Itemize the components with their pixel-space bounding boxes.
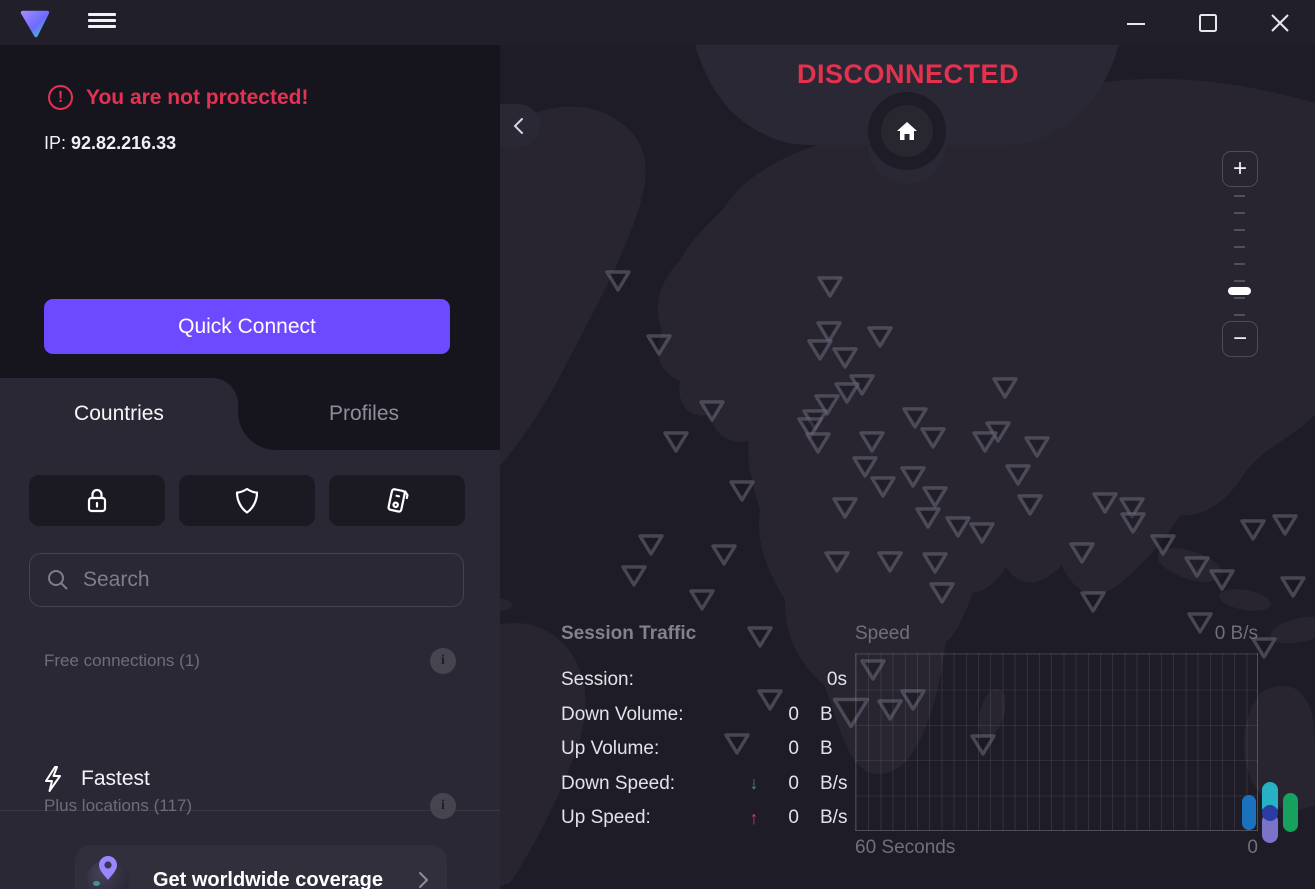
plus-locations-header: Plus locations (117) i	[44, 793, 456, 819]
map-pin[interactable]	[640, 536, 662, 554]
map-pin[interactable]	[665, 433, 687, 451]
switch-icon	[383, 486, 411, 516]
home-icon	[895, 120, 919, 142]
lightning-icon	[42, 765, 64, 793]
map-pin[interactable]	[623, 567, 645, 585]
free-connections-label: Free connections (1)	[44, 651, 200, 671]
maximize-button[interactable]	[1185, 0, 1231, 45]
session-row: Session:0s	[561, 663, 851, 698]
shield-icon	[234, 487, 260, 515]
proton-logo	[18, 6, 52, 40]
session-row: Down Volume:0B	[561, 698, 851, 733]
chevron-left-icon	[512, 116, 526, 136]
chevron-right-icon	[417, 871, 429, 889]
user-location-marker	[1235, 775, 1305, 850]
session-traffic-title: Session Traffic	[561, 623, 851, 645]
free-connections-info-button[interactable]: i	[430, 648, 456, 674]
map-zoom-in-button[interactable]: +	[1222, 151, 1258, 187]
session-traffic-panel: Session Traffic Session:0sDown Volume:0B…	[561, 623, 851, 836]
netshield-button[interactable]	[179, 475, 315, 526]
map-pin[interactable]	[691, 591, 713, 609]
session-row: Up Volume:0B	[561, 732, 851, 767]
globe-pin-icon	[87, 859, 129, 889]
map-pin[interactable]	[731, 482, 753, 500]
search-box	[29, 553, 464, 607]
minimize-button[interactable]	[1113, 0, 1159, 45]
map-pin[interactable]	[607, 272, 629, 290]
speed-current-value: 0 B/s	[1108, 623, 1258, 645]
sidebar: ! You are not protected! IP: 92.82.216.3…	[0, 45, 500, 889]
coverage-upsell-banner[interactable]: Get worldwide coverage	[75, 845, 447, 889]
ip-address: IP: 92.82.216.33	[44, 133, 176, 154]
quick-connect-button[interactable]: Quick Connect	[44, 299, 450, 354]
countries-panel: Free connections (1) i Fastest Plus loca…	[0, 450, 500, 889]
tab-bar: Countries Profiles	[0, 378, 500, 450]
map-zoom-out-button[interactable]: −	[1222, 321, 1258, 357]
map-zoom-slider-track[interactable]	[1234, 195, 1245, 317]
map-pin[interactable]	[1274, 516, 1296, 534]
maximize-icon	[1197, 12, 1219, 34]
plus-locations-info-button[interactable]: i	[430, 793, 456, 819]
map-zoom-slider-handle[interactable]	[1228, 287, 1251, 295]
alert-text: You are not protected!	[86, 86, 308, 110]
tab-profiles[interactable]: Profiles	[245, 378, 483, 450]
kill-switch-button[interactable]	[329, 475, 465, 526]
titlebar[interactable]	[0, 0, 1315, 45]
lock-icon	[84, 487, 110, 515]
fastest-label: Fastest	[81, 767, 150, 791]
plus-locations-label: Plus locations (117)	[44, 796, 192, 816]
alert-icon: !	[48, 85, 73, 110]
map-pin[interactable]	[713, 546, 735, 564]
connection-status: DISCONNECTED	[758, 59, 1058, 90]
secure-core-button[interactable]	[29, 475, 165, 526]
free-connections-header: Free connections (1) i	[44, 648, 456, 674]
menu-button[interactable]	[88, 10, 116, 34]
map-pin[interactable]	[1242, 521, 1264, 539]
search-input[interactable]	[83, 568, 423, 592]
protection-alert: ! You are not protected!	[48, 85, 308, 110]
ip-value: 92.82.216.33	[71, 133, 176, 153]
speed-chart-grid	[855, 653, 1258, 831]
ip-label: IP:	[44, 133, 66, 153]
close-icon	[1269, 12, 1291, 34]
close-button[interactable]	[1257, 0, 1303, 45]
session-row: Down Speed:↓0B/s	[561, 767, 851, 802]
session-row: Up Speed:↑0B/s	[561, 801, 851, 836]
speed-chart-x-label: 60 Seconds	[855, 837, 955, 859]
vpn-app-window: DISCONNECTED + − Session Traffic Session…	[0, 0, 1315, 889]
tab-countries[interactable]: Countries	[0, 378, 238, 450]
speed-chart-title: Speed	[855, 623, 910, 645]
marker-dot	[1262, 805, 1278, 821]
filter-buttons	[29, 475, 465, 526]
marker-bar-green	[1283, 793, 1298, 832]
search-icon	[46, 568, 70, 592]
home-button[interactable]	[881, 105, 933, 157]
marker-bar-blue	[1242, 795, 1256, 830]
coverage-banner-label: Get worldwide coverage	[129, 869, 417, 889]
map-view[interactable]: DISCONNECTED + − Session Traffic Session…	[500, 45, 1315, 889]
minimize-icon	[1125, 12, 1147, 34]
map-pin[interactable]	[1082, 593, 1104, 611]
map-pin[interactable]	[1282, 578, 1304, 596]
